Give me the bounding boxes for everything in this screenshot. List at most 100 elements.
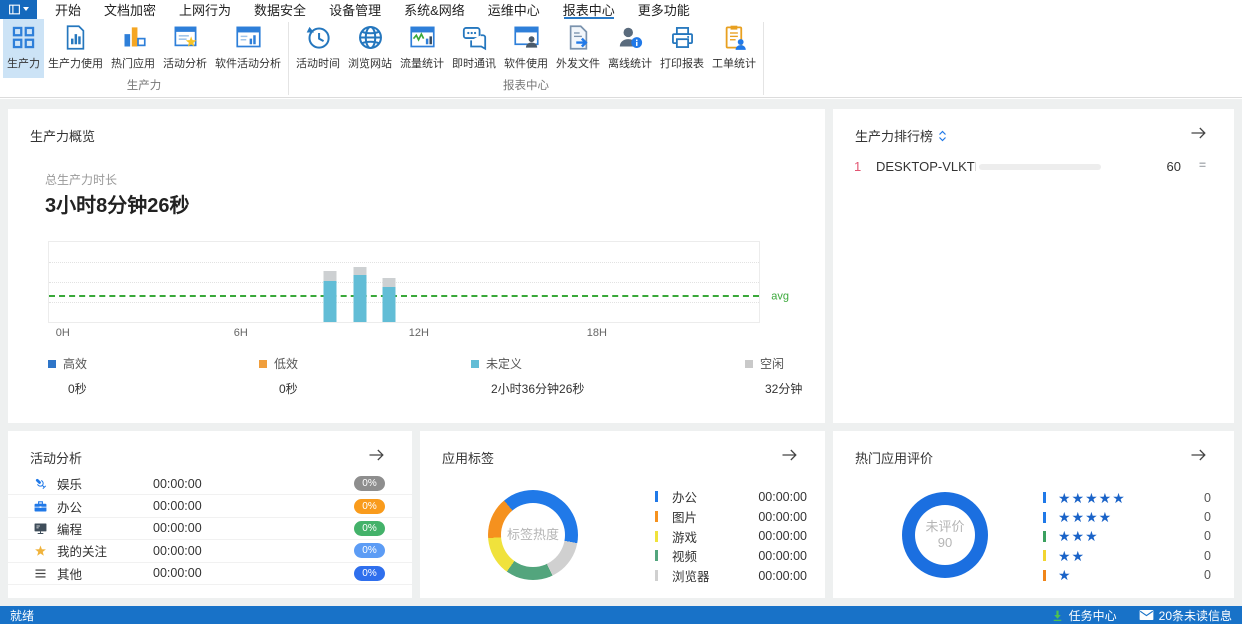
ribbon-button[interactable]: 生产力使用 <box>44 19 107 78</box>
ribbon-button[interactable]: 打印报表 <box>656 19 708 78</box>
sort-icon[interactable] <box>938 130 947 142</box>
rating-row[interactable]: ★★★★0 <box>1043 507 1211 526</box>
legend-item: 高效0秒 <box>48 355 87 397</box>
task-center-button[interactable]: 任务中心 <box>1051 607 1117 624</box>
menu-tab[interactable]: 设备管理 <box>328 0 382 19</box>
menu-tab[interactable]: 文档加密 <box>103 0 157 19</box>
list-icon <box>33 565 50 582</box>
menu-tab[interactable]: 报表中心 <box>562 0 616 19</box>
rating-row[interactable]: ★★0 <box>1043 546 1211 565</box>
tag-legend-row[interactable]: 办公00:00:00 <box>655 487 807 507</box>
menu-tab[interactable]: 更多功能 <box>637 0 691 19</box>
x-tick-label: 6H <box>234 327 248 339</box>
statusbar: 就绪 任务中心 20条未读信息 <box>0 606 1242 624</box>
ribbon-button[interactable]: 软件使用 <box>500 19 552 78</box>
ribbon-button[interactable]: 生产力 <box>3 19 44 78</box>
tag-time: 00:00:00 <box>758 490 807 504</box>
tag-legend-row[interactable]: 浏览器00:00:00 <box>655 566 807 586</box>
ribbon-button[interactable]: 热门应用 <box>107 19 159 78</box>
status-text: 就绪 <box>10 607 34 624</box>
globe-icon <box>357 24 384 51</box>
menu-tab[interactable]: 数据安全 <box>253 0 307 19</box>
activity-row[interactable]: 其他00:00:000% <box>8 563 412 585</box>
ribbon-button[interactable]: 工单统计 <box>708 19 760 78</box>
legend-item: 空闲32分钟 <box>745 355 802 397</box>
percent-badge: 0% <box>354 566 385 581</box>
ranking-row[interactable]: 1DESKTOP-VLKTL...60= <box>833 155 1234 179</box>
arrow-right-icon <box>780 445 800 465</box>
ribbon-button-label: 外发文件 <box>556 55 600 71</box>
bar-segment <box>383 287 396 322</box>
chat-icon <box>461 24 488 51</box>
panel-app-ratings: 热门应用评价 未评价 90 ★★★★★0★★★★0★★★0★★0★0 <box>833 431 1234 598</box>
ribbon-group: 生产力生产力使用热门应用活动分析软件活动分析生产力 <box>3 19 285 97</box>
traffic-chart-icon <box>409 24 436 51</box>
rating-row[interactable]: ★0 <box>1043 566 1211 585</box>
menu-tab[interactable]: 系统&网络 <box>403 0 466 19</box>
total-duration-label: 总生产力时长 <box>45 171 117 188</box>
app-window: { "menu": { "tabs": [ {"label": "开始", "a… <box>0 0 1242 624</box>
ribbon-group-separator <box>288 22 289 95</box>
ribbon-button[interactable]: 活动分析 <box>159 19 211 78</box>
ribbon-button[interactable]: 软件活动分析 <box>211 19 285 78</box>
menu-tab[interactable]: 运维中心 <box>487 0 541 19</box>
activity-rows: 娱乐00:00:000%办公00:00:000%编程00:00:000%我的关注… <box>8 473 412 585</box>
arrow-right-icon <box>1189 123 1209 143</box>
legend-label: 高效 <box>63 355 87 372</box>
tag-time: 00:00:00 <box>758 569 807 583</box>
panel-title: 生产力排行榜 <box>855 126 933 145</box>
window-menu-button[interactable] <box>0 0 37 19</box>
activity-label: 其他 <box>57 564 153 583</box>
activity-row[interactable]: 我的关注00:00:000% <box>8 540 412 562</box>
activity-row[interactable]: 办公00:00:000% <box>8 495 412 517</box>
rating-row[interactable]: ★★★0 <box>1043 527 1211 546</box>
computer-name: DESKTOP-VLKTL... <box>876 159 976 174</box>
ribbon-group-label: 生产力 <box>3 78 285 97</box>
unread-messages-button[interactable]: 20条未读信息 <box>1139 607 1232 624</box>
ribbon-button[interactable]: 浏览网站 <box>344 19 396 78</box>
score-progress-bar <box>979 164 1101 170</box>
ribbon-button[interactable]: 即时通讯 <box>448 19 500 78</box>
doc-star-icon <box>172 24 199 51</box>
tag-time: 00:00:00 <box>758 529 807 543</box>
clipboard-user-icon <box>721 24 748 51</box>
activity-row[interactable]: 编程00:00:000% <box>8 518 412 540</box>
activity-label: 编程 <box>57 519 153 538</box>
score-value: 60 <box>1133 159 1181 174</box>
percent-badge: 0% <box>354 521 385 536</box>
tag-label: 图片 <box>672 507 697 526</box>
rating-count: 0 <box>1204 510 1211 524</box>
percent-badge: 0% <box>354 476 385 491</box>
tag-legend-row[interactable]: 游戏 00:00:00 <box>655 526 807 546</box>
menu-tab[interactable]: 上网行为 <box>178 0 232 19</box>
panel-activity-analysis: 活动分析 娱乐00:00:000%办公00:00:000%编程00:00:000… <box>8 431 412 598</box>
ribbon-button-label: 生产力使用 <box>48 55 103 71</box>
ratings-more-button[interactable] <box>1188 444 1210 466</box>
window-chart-icon <box>235 24 262 51</box>
ribbon-button[interactable]: 流量统计 <box>396 19 448 78</box>
tag-legend-row[interactable]: 图片 00:00:00 <box>655 507 807 527</box>
ribbon-button[interactable]: 外发文件 <box>552 19 604 78</box>
legend-value: 32分钟 <box>765 380 802 397</box>
tag-legend-row[interactable]: 视频00:00:00 <box>655 546 807 566</box>
titlebar: 开始 文档加密 上网行为 数据安全 设备管理 系统&网络 运维中心 报表中心 更多功能 <box>0 0 1242 19</box>
ribbon-button-label: 热门应用 <box>111 55 155 71</box>
tag-label: 视频 <box>672 546 697 565</box>
activity-row[interactable]: 娱乐00:00:000% <box>8 473 412 495</box>
average-line-label: avg <box>771 290 789 302</box>
ribbon-button-label: 浏览网站 <box>348 55 392 71</box>
tag-time: 00:00:00 <box>758 510 807 524</box>
tag-label: 游戏 <box>672 527 697 546</box>
rating-row[interactable]: ★★★★★0 <box>1043 488 1211 507</box>
star-rating: ★★★★★ <box>1058 491 1126 505</box>
ribbon-button[interactable]: 活动时间 <box>292 19 344 78</box>
task-center-label: 任务中心 <box>1069 607 1117 624</box>
app-tags-more-button[interactable] <box>779 444 801 466</box>
ranking-more-button[interactable] <box>1188 122 1210 144</box>
panel-title: 热门应用评价 <box>855 448 933 467</box>
menu-tab[interactable]: 开始 <box>54 0 82 19</box>
activity-more-button[interactable] <box>366 444 388 466</box>
ribbon-button[interactable]: 离线统计 <box>604 19 656 78</box>
chart-legend: 高效0秒低效0秒未定义2小时36分钟26秒空闲32分钟 <box>8 355 825 401</box>
activity-time: 00:00:00 <box>153 499 202 513</box>
